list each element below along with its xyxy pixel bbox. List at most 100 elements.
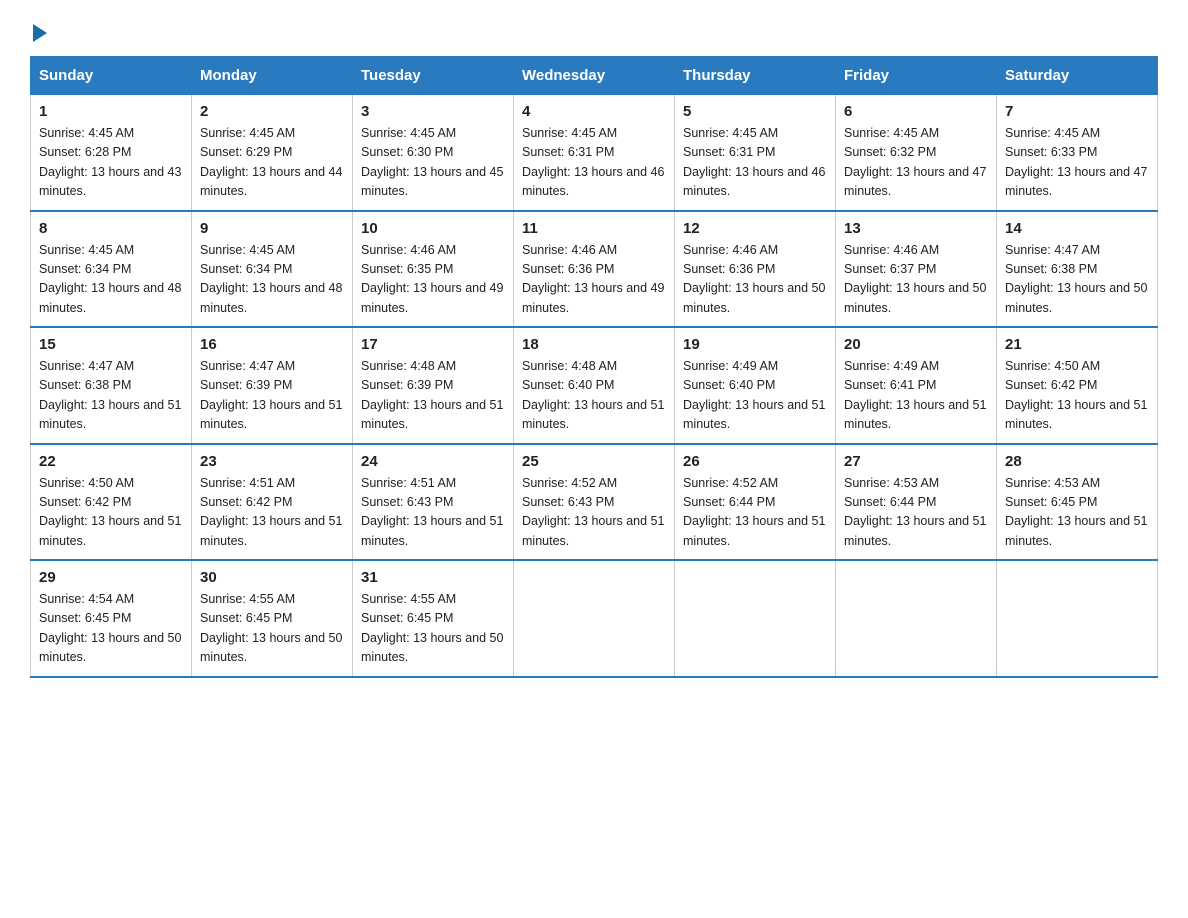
day-info: Sunrise: 4:47 AMSunset: 6:38 PMDaylight:… bbox=[1005, 243, 1147, 315]
day-info: Sunrise: 4:53 AMSunset: 6:44 PMDaylight:… bbox=[844, 476, 986, 548]
day-number: 14 bbox=[1005, 220, 1149, 237]
calendar-cell: 24 Sunrise: 4:51 AMSunset: 6:43 PMDaylig… bbox=[353, 444, 514, 561]
day-number: 15 bbox=[39, 336, 183, 353]
day-number: 5 bbox=[683, 103, 827, 120]
day-number: 25 bbox=[522, 453, 666, 470]
day-number: 29 bbox=[39, 569, 183, 586]
header-day-tuesday: Tuesday bbox=[353, 57, 514, 95]
calendar-cell: 13 Sunrise: 4:46 AMSunset: 6:37 PMDaylig… bbox=[836, 211, 997, 328]
day-number: 7 bbox=[1005, 103, 1149, 120]
day-info: Sunrise: 4:45 AMSunset: 6:34 PMDaylight:… bbox=[200, 243, 342, 315]
day-info: Sunrise: 4:50 AMSunset: 6:42 PMDaylight:… bbox=[39, 476, 181, 548]
calendar-cell: 26 Sunrise: 4:52 AMSunset: 6:44 PMDaylig… bbox=[675, 444, 836, 561]
day-number: 26 bbox=[683, 453, 827, 470]
day-number: 19 bbox=[683, 336, 827, 353]
day-number: 3 bbox=[361, 103, 505, 120]
header-day-saturday: Saturday bbox=[997, 57, 1158, 95]
calendar-cell: 23 Sunrise: 4:51 AMSunset: 6:42 PMDaylig… bbox=[192, 444, 353, 561]
day-info: Sunrise: 4:46 AMSunset: 6:36 PMDaylight:… bbox=[522, 243, 664, 315]
calendar-cell: 18 Sunrise: 4:48 AMSunset: 6:40 PMDaylig… bbox=[514, 327, 675, 444]
calendar-cell: 20 Sunrise: 4:49 AMSunset: 6:41 PMDaylig… bbox=[836, 327, 997, 444]
day-info: Sunrise: 4:48 AMSunset: 6:40 PMDaylight:… bbox=[522, 359, 664, 431]
logo bbox=[30, 20, 47, 38]
calendar-cell: 16 Sunrise: 4:47 AMSunset: 6:39 PMDaylig… bbox=[192, 327, 353, 444]
calendar-cell bbox=[514, 560, 675, 677]
header-row: SundayMondayTuesdayWednesdayThursdayFrid… bbox=[31, 57, 1158, 95]
day-info: Sunrise: 4:51 AMSunset: 6:42 PMDaylight:… bbox=[200, 476, 342, 548]
day-info: Sunrise: 4:46 AMSunset: 6:37 PMDaylight:… bbox=[844, 243, 986, 315]
calendar-cell: 11 Sunrise: 4:46 AMSunset: 6:36 PMDaylig… bbox=[514, 211, 675, 328]
week-row-4: 22 Sunrise: 4:50 AMSunset: 6:42 PMDaylig… bbox=[31, 444, 1158, 561]
calendar-cell: 27 Sunrise: 4:53 AMSunset: 6:44 PMDaylig… bbox=[836, 444, 997, 561]
header-day-wednesday: Wednesday bbox=[514, 57, 675, 95]
calendar-cell: 10 Sunrise: 4:46 AMSunset: 6:35 PMDaylig… bbox=[353, 211, 514, 328]
calendar-cell: 15 Sunrise: 4:47 AMSunset: 6:38 PMDaylig… bbox=[31, 327, 192, 444]
calendar-cell: 29 Sunrise: 4:54 AMSunset: 6:45 PMDaylig… bbox=[31, 560, 192, 677]
day-info: Sunrise: 4:46 AMSunset: 6:36 PMDaylight:… bbox=[683, 243, 825, 315]
calendar-cell: 19 Sunrise: 4:49 AMSunset: 6:40 PMDaylig… bbox=[675, 327, 836, 444]
calendar-cell: 4 Sunrise: 4:45 AMSunset: 6:31 PMDayligh… bbox=[514, 95, 675, 211]
header-day-thursday: Thursday bbox=[675, 57, 836, 95]
page-header bbox=[30, 20, 1158, 38]
day-info: Sunrise: 4:52 AMSunset: 6:43 PMDaylight:… bbox=[522, 476, 664, 548]
day-number: 31 bbox=[361, 569, 505, 586]
calendar-cell: 3 Sunrise: 4:45 AMSunset: 6:30 PMDayligh… bbox=[353, 95, 514, 211]
calendar-cell: 30 Sunrise: 4:55 AMSunset: 6:45 PMDaylig… bbox=[192, 560, 353, 677]
day-number: 4 bbox=[522, 103, 666, 120]
day-info: Sunrise: 4:49 AMSunset: 6:41 PMDaylight:… bbox=[844, 359, 986, 431]
day-number: 9 bbox=[200, 220, 344, 237]
day-number: 27 bbox=[844, 453, 988, 470]
day-number: 8 bbox=[39, 220, 183, 237]
day-info: Sunrise: 4:45 AMSunset: 6:33 PMDaylight:… bbox=[1005, 126, 1147, 198]
calendar-cell: 21 Sunrise: 4:50 AMSunset: 6:42 PMDaylig… bbox=[997, 327, 1158, 444]
day-number: 1 bbox=[39, 103, 183, 120]
header-day-friday: Friday bbox=[836, 57, 997, 95]
calendar-cell: 1 Sunrise: 4:45 AMSunset: 6:28 PMDayligh… bbox=[31, 95, 192, 211]
day-info: Sunrise: 4:45 AMSunset: 6:31 PMDaylight:… bbox=[683, 126, 825, 198]
calendar-cell: 22 Sunrise: 4:50 AMSunset: 6:42 PMDaylig… bbox=[31, 444, 192, 561]
day-number: 23 bbox=[200, 453, 344, 470]
calendar-cell: 28 Sunrise: 4:53 AMSunset: 6:45 PMDaylig… bbox=[997, 444, 1158, 561]
day-info: Sunrise: 4:49 AMSunset: 6:40 PMDaylight:… bbox=[683, 359, 825, 431]
day-number: 28 bbox=[1005, 453, 1149, 470]
day-number: 22 bbox=[39, 453, 183, 470]
day-info: Sunrise: 4:55 AMSunset: 6:45 PMDaylight:… bbox=[200, 592, 342, 664]
day-info: Sunrise: 4:47 AMSunset: 6:38 PMDaylight:… bbox=[39, 359, 181, 431]
calendar-cell: 17 Sunrise: 4:48 AMSunset: 6:39 PMDaylig… bbox=[353, 327, 514, 444]
day-info: Sunrise: 4:52 AMSunset: 6:44 PMDaylight:… bbox=[683, 476, 825, 548]
day-info: Sunrise: 4:48 AMSunset: 6:39 PMDaylight:… bbox=[361, 359, 503, 431]
day-info: Sunrise: 4:50 AMSunset: 6:42 PMDaylight:… bbox=[1005, 359, 1147, 431]
calendar-cell: 5 Sunrise: 4:45 AMSunset: 6:31 PMDayligh… bbox=[675, 95, 836, 211]
calendar-cell: 2 Sunrise: 4:45 AMSunset: 6:29 PMDayligh… bbox=[192, 95, 353, 211]
day-info: Sunrise: 4:45 AMSunset: 6:34 PMDaylight:… bbox=[39, 243, 181, 315]
day-number: 11 bbox=[522, 220, 666, 237]
day-number: 17 bbox=[361, 336, 505, 353]
calendar-cell: 14 Sunrise: 4:47 AMSunset: 6:38 PMDaylig… bbox=[997, 211, 1158, 328]
day-number: 6 bbox=[844, 103, 988, 120]
calendar-cell: 6 Sunrise: 4:45 AMSunset: 6:32 PMDayligh… bbox=[836, 95, 997, 211]
week-row-2: 8 Sunrise: 4:45 AMSunset: 6:34 PMDayligh… bbox=[31, 211, 1158, 328]
calendar-cell: 9 Sunrise: 4:45 AMSunset: 6:34 PMDayligh… bbox=[192, 211, 353, 328]
day-number: 24 bbox=[361, 453, 505, 470]
day-info: Sunrise: 4:47 AMSunset: 6:39 PMDaylight:… bbox=[200, 359, 342, 431]
day-info: Sunrise: 4:45 AMSunset: 6:29 PMDaylight:… bbox=[200, 126, 342, 198]
calendar-cell bbox=[997, 560, 1158, 677]
day-info: Sunrise: 4:53 AMSunset: 6:45 PMDaylight:… bbox=[1005, 476, 1147, 548]
calendar-table: SundayMondayTuesdayWednesdayThursdayFrid… bbox=[30, 56, 1158, 678]
day-number: 10 bbox=[361, 220, 505, 237]
day-info: Sunrise: 4:46 AMSunset: 6:35 PMDaylight:… bbox=[361, 243, 503, 315]
day-number: 13 bbox=[844, 220, 988, 237]
day-number: 2 bbox=[200, 103, 344, 120]
day-number: 20 bbox=[844, 336, 988, 353]
day-info: Sunrise: 4:45 AMSunset: 6:30 PMDaylight:… bbox=[361, 126, 503, 198]
day-number: 12 bbox=[683, 220, 827, 237]
calendar-body: 1 Sunrise: 4:45 AMSunset: 6:28 PMDayligh… bbox=[31, 95, 1158, 677]
header-day-monday: Monday bbox=[192, 57, 353, 95]
calendar-cell: 25 Sunrise: 4:52 AMSunset: 6:43 PMDaylig… bbox=[514, 444, 675, 561]
week-row-1: 1 Sunrise: 4:45 AMSunset: 6:28 PMDayligh… bbox=[31, 95, 1158, 211]
day-info: Sunrise: 4:55 AMSunset: 6:45 PMDaylight:… bbox=[361, 592, 503, 664]
day-number: 21 bbox=[1005, 336, 1149, 353]
calendar-cell: 12 Sunrise: 4:46 AMSunset: 6:36 PMDaylig… bbox=[675, 211, 836, 328]
header-day-sunday: Sunday bbox=[31, 57, 192, 95]
calendar-cell: 8 Sunrise: 4:45 AMSunset: 6:34 PMDayligh… bbox=[31, 211, 192, 328]
